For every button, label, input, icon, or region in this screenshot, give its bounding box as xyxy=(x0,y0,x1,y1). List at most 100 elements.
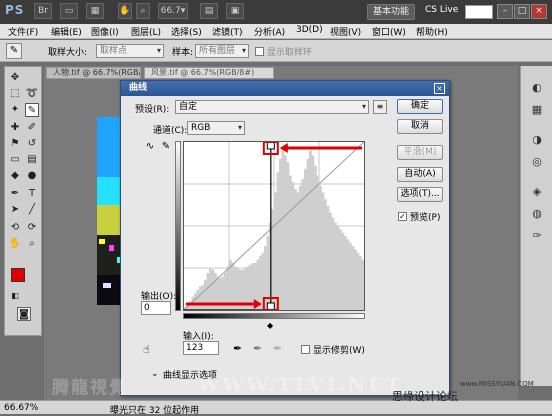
auto-button[interactable]: 自动(A) xyxy=(397,167,443,182)
hand-tool-icon[interactable]: ✋ xyxy=(118,3,132,19)
chevron-down-icon[interactable]: ⌄ xyxy=(151,369,159,379)
channel-select[interactable]: RGB xyxy=(187,121,245,135)
sample-size-label: 取样大小: xyxy=(48,48,88,58)
curves-graph[interactable] xyxy=(183,141,365,311)
menu-image[interactable]: 图像(I) xyxy=(91,25,119,38)
blur-tool-icon[interactable]: ◆ xyxy=(8,169,22,183)
close-button[interactable]: × xyxy=(531,4,547,19)
cancel-button[interactable]: 取消 xyxy=(397,119,443,134)
bridge-icon[interactable]: Br xyxy=(34,3,52,19)
preset-select[interactable]: 自定 xyxy=(175,100,369,114)
channels-panel-icon[interactable]: ◍ xyxy=(529,206,545,222)
history-brush-tool-icon[interactable]: ↺ xyxy=(25,137,39,151)
ok-button[interactable]: 确定 xyxy=(397,99,443,114)
zoom-level-display[interactable]: 66.67% xyxy=(4,403,38,413)
paths-panel-icon[interactable]: ✑ xyxy=(529,228,545,244)
histogram-bar xyxy=(336,226,340,310)
histogram-bar xyxy=(274,192,277,310)
masks-panel-icon[interactable]: ◎ xyxy=(529,154,545,170)
dodge-tool-icon[interactable]: ● xyxy=(25,169,39,183)
pen-tool-icon[interactable]: ✒ xyxy=(8,187,22,201)
menu-3d[interactable]: 3D(D) xyxy=(296,25,323,35)
histogram-bar xyxy=(326,205,330,310)
maximize-button[interactable]: □ xyxy=(514,4,530,19)
layers-panel-icon[interactable]: ◈ xyxy=(529,184,545,200)
move-tool-icon[interactable]: ✥ xyxy=(8,71,22,85)
foreground-color-swatch[interactable] xyxy=(11,268,25,282)
3d-orbit-tool-icon[interactable]: ⟳ xyxy=(25,221,39,235)
input-field[interactable]: 123 xyxy=(183,341,219,355)
brush-tool-icon[interactable]: ✐ xyxy=(25,121,39,135)
sample-select[interactable]: 所有图层 xyxy=(195,44,249,58)
smooth-button[interactable]: 平滑(M) xyxy=(397,145,443,160)
clone-stamp-tool-icon[interactable]: ⚑ xyxy=(8,137,22,151)
histogram-bar xyxy=(344,236,347,310)
view-extras-icon[interactable]: ▦ xyxy=(86,3,104,19)
on-image-adjust-icon[interactable]: ☝ xyxy=(143,343,150,356)
status-bar: 66.67% 曝光只在 32 位起作用 xyxy=(0,400,552,416)
eyedropper-tool-preset-icon[interactable]: ✎ xyxy=(6,43,22,59)
menu-edit[interactable]: 编辑(E) xyxy=(51,25,82,38)
eyedropper-tool-icon[interactable]: ✎ xyxy=(25,103,39,117)
color-panel-icon[interactable]: ◐ xyxy=(529,80,545,96)
type-tool-icon[interactable]: T xyxy=(25,187,39,201)
arrange-documents-icon[interactable]: ▤ xyxy=(200,3,218,19)
sample-size-select[interactable]: 取样点 xyxy=(96,44,164,58)
screen-mode-icon[interactable]: ▣ xyxy=(226,3,244,19)
white-point-eyedropper-icon[interactable]: ✒ xyxy=(273,342,282,355)
zoom-tool-icon[interactable]: ⌕ xyxy=(25,237,39,251)
spot-healing-tool-icon[interactable]: ✚ xyxy=(8,121,22,135)
search-input[interactable] xyxy=(465,5,493,19)
output-field[interactable]: 0 xyxy=(141,301,171,315)
workspace-button[interactable]: 基本功能 xyxy=(367,4,415,20)
histogram-bar xyxy=(296,192,300,310)
shape-tool-icon[interactable]: ╱ xyxy=(25,203,39,217)
menu-view[interactable]: 视图(V) xyxy=(330,25,361,38)
histogram-bar xyxy=(286,162,290,310)
menu-file[interactable]: 文件(F) xyxy=(8,25,38,38)
histogram-bar xyxy=(341,232,345,310)
curve-point-tool-icon[interactable]: ∿ xyxy=(143,141,157,155)
close-icon[interactable]: × xyxy=(434,83,445,94)
dialog-title: 曲线 xyxy=(121,81,449,96)
eraser-tool-icon[interactable]: ▭ xyxy=(8,153,22,167)
gray-point-eyedropper-icon[interactable]: ✒ xyxy=(253,342,262,355)
default-colors-icon[interactable]: ◧ xyxy=(8,289,22,303)
document-tab-landscape[interactable]: 风景.tif @ 66.7%(RGB/8#) xyxy=(144,67,274,79)
midpoint-slider-icon[interactable]: ◆ xyxy=(267,321,273,330)
show-clipping-checkbox[interactable] xyxy=(301,345,310,354)
hand-tool-icon[interactable]: ✋ xyxy=(8,237,22,251)
show-ring-checkbox[interactable] xyxy=(255,47,264,56)
preset-options-icon[interactable]: ≡ xyxy=(373,100,387,114)
swatches-panel-icon[interactable]: ▦ xyxy=(529,102,545,118)
zoom-tool-icon[interactable]: ⌕ xyxy=(136,3,150,19)
watermark-right: 思缘设计论坛 xyxy=(392,390,458,403)
quick-select-tool-icon[interactable]: ✦ xyxy=(8,103,22,117)
quick-mask-icon[interactable]: ◙ xyxy=(17,307,31,321)
marquee-tool-icon[interactable]: ⬚ xyxy=(8,87,22,101)
histogram-bar xyxy=(304,168,307,310)
menu-analysis[interactable]: 分析(A) xyxy=(254,25,285,38)
3d-rotate-tool-icon[interactable]: ⟲ xyxy=(8,221,22,235)
pencil-draw-tool-icon[interactable]: ✎ xyxy=(159,141,173,155)
zoom-level-dropdown[interactable]: 66.7▾ xyxy=(158,3,188,19)
options-button[interactable]: 选项(T)... xyxy=(397,187,443,202)
preview-checkbox[interactable]: ✓ xyxy=(398,212,407,221)
document-tab-portrait[interactable]: 人物.tif @ 66.7%(RGB/8#) xyxy=(46,67,141,79)
menu-filter[interactable]: 滤镜(T) xyxy=(212,25,243,38)
menu-window[interactable]: 窗口(W) xyxy=(372,25,406,38)
histogram-bar xyxy=(271,209,275,310)
lasso-tool-icon[interactable]: ➰ xyxy=(25,87,39,101)
watermark-url: www.MISSYUAN.COM xyxy=(460,380,534,388)
histogram-chart[interactable] xyxy=(183,141,365,311)
cs-live-button[interactable]: CS Live xyxy=(425,5,458,15)
minimize-button[interactable]: – xyxy=(497,4,513,19)
menu-help[interactable]: 帮助(H) xyxy=(416,25,448,38)
menu-select[interactable]: 选择(S) xyxy=(171,25,202,38)
adjustments-panel-icon[interactable]: ◑ xyxy=(529,132,545,148)
path-select-tool-icon[interactable]: ➤ xyxy=(8,203,22,217)
black-point-eyedropper-icon[interactable]: ✒ xyxy=(233,342,242,355)
menu-layer[interactable]: 图层(L) xyxy=(131,25,161,38)
mini-bridge-icon[interactable]: ▭ xyxy=(60,3,78,19)
gradient-tool-icon[interactable]: ▤ xyxy=(25,153,39,167)
